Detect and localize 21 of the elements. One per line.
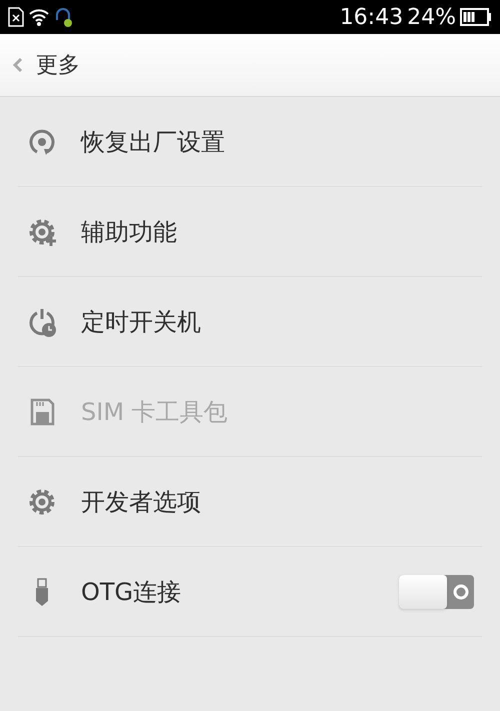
settings-item[interactable]: 恢复出厂设置 — [18, 97, 482, 187]
page-title: 更多 — [36, 52, 80, 80]
back-chevron-icon — [12, 57, 24, 73]
item-label: OTG连接 — [81, 576, 182, 608]
settings-item[interactable]: OTG连接 — [18, 547, 482, 637]
back-button[interactable] — [12, 57, 24, 73]
battery-icon — [460, 8, 492, 26]
item-label: 开发者选项 — [81, 486, 201, 518]
settings-item[interactable]: 辅助功能 — [18, 187, 482, 277]
settings-item[interactable]: 定时开关机 — [18, 277, 482, 367]
wifi-icon — [28, 7, 50, 27]
battery-percent: 24% — [407, 4, 456, 32]
item-label: SIM 卡工具包 — [81, 396, 228, 428]
item-label: 定时开关机 — [81, 306, 201, 338]
toggle-switch[interactable] — [399, 574, 474, 608]
clock-time: 16:43 — [340, 4, 404, 32]
item-label: 辅助功能 — [81, 216, 177, 248]
settings-item[interactable]: 开发者选项 — [18, 457, 482, 547]
sim-card-icon — [8, 7, 24, 27]
item-label: 恢复出厂设置 — [81, 126, 225, 158]
headset-icon — [54, 6, 74, 28]
